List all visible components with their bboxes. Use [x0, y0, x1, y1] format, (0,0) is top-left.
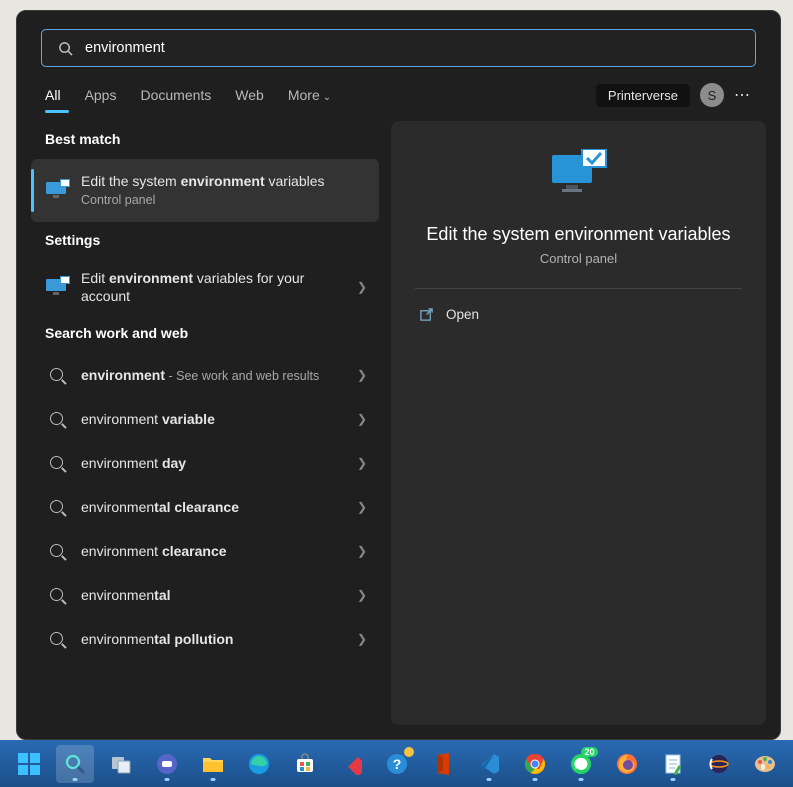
preview-panel: Edit the system environment variables Co… — [391, 121, 766, 725]
search-icon — [43, 582, 69, 608]
taskbar-app-eclipse[interactable] — [700, 745, 738, 783]
search-icon — [43, 450, 69, 476]
search-box-container — [17, 11, 780, 67]
results-column: Best match Edit the system environment v… — [31, 121, 379, 725]
result-web-environment-variable[interactable]: environment variable ❯ — [31, 397, 379, 441]
search-box[interactable] — [41, 29, 756, 67]
whatsapp-badge: 20 — [581, 747, 597, 757]
system-settings-icon — [43, 274, 69, 300]
result-best-match[interactable]: Edit the system environment variables Co… — [31, 159, 379, 222]
result-text-bold: environment — [181, 173, 265, 189]
result-text-bold: tal pollution — [154, 631, 233, 647]
search-icon — [43, 406, 69, 432]
section-search-web: Search work and web — [31, 315, 379, 353]
section-best-match: Best match — [31, 121, 379, 159]
taskbar-app-help[interactable]: ? — [378, 745, 416, 783]
divider — [415, 288, 742, 289]
result-text-prefix: environmen — [81, 587, 154, 603]
result-web-environment-day[interactable]: environment day ❯ — [31, 441, 379, 485]
tab-documents[interactable]: Documents — [140, 87, 211, 103]
system-settings-icon — [43, 177, 69, 203]
notification-badge — [404, 747, 414, 757]
result-text-bold: tal clearance — [154, 499, 239, 515]
service-badge[interactable]: Printerverse — [596, 84, 690, 107]
result-text-bold: clearance — [162, 543, 227, 559]
chevron-right-icon: ❯ — [357, 412, 367, 426]
preview-subtitle: Control panel — [540, 251, 617, 266]
result-text-suffix: variables — [265, 173, 325, 189]
tab-web[interactable]: Web — [235, 87, 264, 103]
chevron-right-icon: ❯ — [357, 368, 367, 382]
search-icon — [43, 538, 69, 564]
result-web-environmental-pollution[interactable]: environmental pollution ❯ — [31, 617, 379, 661]
result-text-prefix: environmen — [81, 499, 154, 515]
result-web-environmental-clearance[interactable]: environmental clearance ❯ — [31, 485, 379, 529]
result-text-bold: day — [162, 455, 186, 471]
taskbar-app-chat[interactable] — [148, 745, 186, 783]
result-web-environmental[interactable]: environmental ❯ — [31, 573, 379, 617]
result-text-prefix: Edit the system — [81, 173, 181, 189]
result-text-prefix: environment — [81, 543, 162, 559]
section-settings: Settings — [31, 222, 379, 260]
chevron-right-icon: ❯ — [357, 588, 367, 602]
chevron-right-icon: ❯ — [357, 544, 367, 558]
result-text-prefix: Edit — [81, 270, 109, 286]
result-text-sub: - See work and web results — [165, 369, 319, 383]
search-scope-tabs: All Apps Documents Web More⌄ Printervers… — [17, 67, 780, 121]
taskbar-app-red[interactable] — [332, 745, 370, 783]
chevron-right-icon: ❯ — [357, 500, 367, 514]
taskbar: ? 20 — [0, 740, 793, 787]
taskbar-app-whatsapp[interactable]: 20 — [562, 745, 600, 783]
tab-more-label: More — [288, 87, 320, 103]
taskbar-app-store[interactable] — [286, 745, 324, 783]
result-settings-env-user[interactable]: Edit environment variables for your acco… — [31, 260, 379, 315]
taskbar-start-button[interactable] — [10, 745, 48, 783]
result-web-environment[interactable]: environment - See work and web results ❯ — [31, 353, 379, 397]
taskbar-app-vscode[interactable] — [470, 745, 508, 783]
windows-search-panel: All Apps Documents Web More⌄ Printervers… — [16, 10, 781, 740]
user-avatar[interactable]: S — [700, 83, 724, 107]
search-icon — [43, 626, 69, 652]
svg-text:?: ? — [392, 756, 401, 772]
taskbar-app-paint[interactable] — [746, 745, 784, 783]
search-icon — [43, 494, 69, 520]
chevron-down-icon: ⌄ — [323, 92, 331, 103]
more-options-button[interactable]: ⋯ — [734, 85, 752, 105]
taskbar-taskview-button[interactable] — [102, 745, 140, 783]
tab-more[interactable]: More⌄ — [288, 87, 331, 103]
result-text-bold: environment — [109, 270, 193, 286]
result-text-prefix: environment — [81, 455, 162, 471]
taskbar-app-firefox[interactable] — [608, 745, 646, 783]
taskbar-app-notepad[interactable] — [654, 745, 692, 783]
result-text-bold: environment — [81, 367, 165, 383]
taskbar-app-office[interactable] — [424, 745, 462, 783]
taskbar-app-edge[interactable] — [240, 745, 278, 783]
taskbar-search-button[interactable] — [56, 745, 94, 783]
chevron-right-icon: ❯ — [357, 632, 367, 646]
search-input[interactable] — [85, 40, 739, 56]
chevron-right-icon: ❯ — [357, 456, 367, 470]
open-external-icon — [419, 307, 434, 322]
search-icon — [43, 362, 69, 388]
result-text-bold: variable — [162, 411, 215, 427]
preview-action-label: Open — [446, 307, 479, 322]
result-text-prefix: environment — [81, 411, 162, 427]
result-text-bold: tal — [154, 587, 170, 603]
taskbar-app-explorer[interactable] — [194, 745, 232, 783]
preview-app-icon — [548, 149, 610, 206]
result-text-prefix: environmen — [81, 631, 154, 647]
search-icon — [58, 41, 73, 56]
tab-apps[interactable]: Apps — [85, 87, 117, 103]
preview-action-open[interactable]: Open — [415, 299, 742, 330]
chevron-right-icon: ❯ — [357, 280, 367, 294]
result-category: Control panel — [81, 192, 367, 209]
preview-title: Edit the system environment variables — [426, 224, 730, 245]
taskbar-app-chrome[interactable] — [516, 745, 554, 783]
tab-all[interactable]: All — [45, 87, 61, 103]
result-web-environment-clearance[interactable]: environment clearance ❯ — [31, 529, 379, 573]
